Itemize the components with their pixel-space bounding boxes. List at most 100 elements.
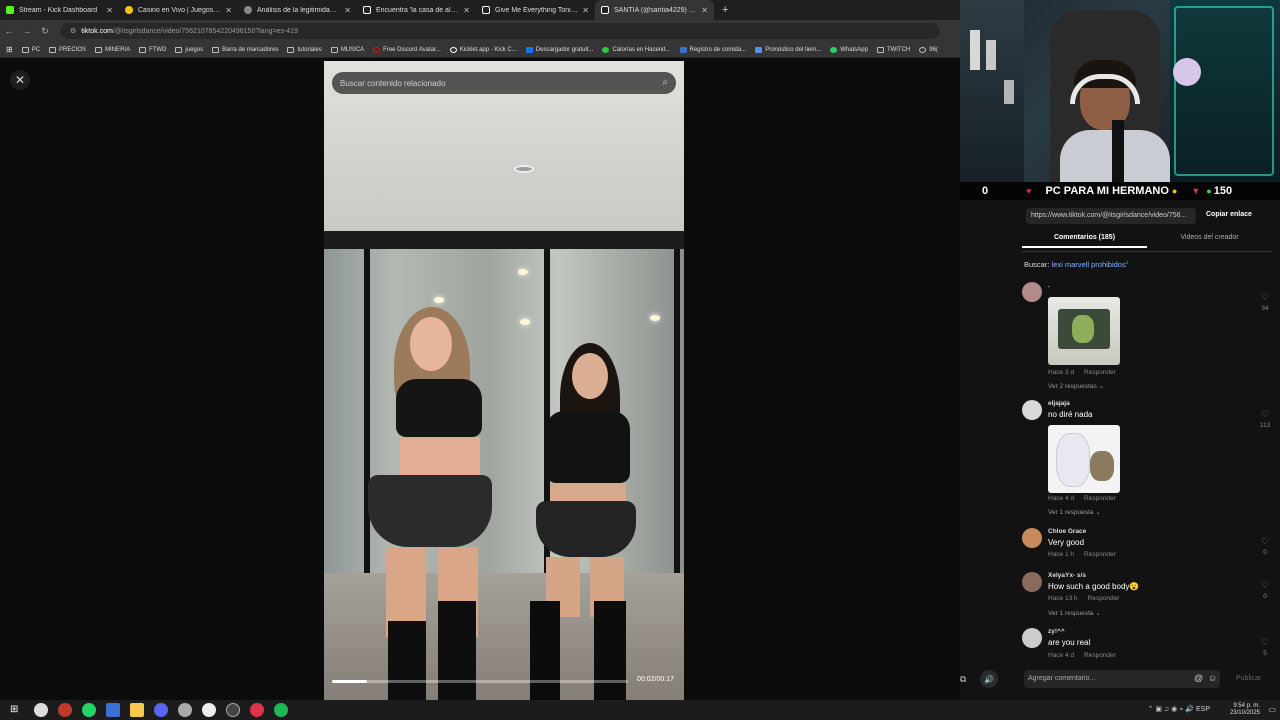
- url-path: /@itsgirlsdance/video/756210785422049615…: [112, 27, 298, 35]
- volume-icon[interactable]: 🔊: [980, 670, 998, 688]
- bookmark-item[interactable]: MUSICA: [330, 46, 364, 53]
- bookmark-item[interactable]: Registro de comida...: [679, 46, 746, 53]
- clock[interactable]: 9:54 p. m. 23/10/2025: [1230, 703, 1260, 717]
- whatsapp-icon[interactable]: [82, 703, 96, 717]
- picture-in-picture-icon[interactable]: ⧉: [960, 674, 966, 685]
- copy-link-button[interactable]: Copiar enlace: [1206, 211, 1252, 218]
- reply-button[interactable]: Responder: [1084, 369, 1116, 376]
- file-explorer-icon[interactable]: [130, 703, 144, 717]
- comment-username[interactable]: .: [1048, 282, 1050, 289]
- new-tab-button[interactable]: +: [722, 4, 728, 16]
- app-gray-icon[interactable]: [178, 703, 192, 717]
- forward-arrow-icon[interactable]: →: [18, 26, 36, 36]
- publish-button[interactable]: Publicar: [1236, 675, 1261, 682]
- reload-icon[interactable]: ↻: [36, 26, 54, 37]
- bookmark-item[interactable]: MINERIA: [95, 46, 130, 53]
- comment-username[interactable]: zy!^^: [1048, 628, 1065, 635]
- bookmark-item[interactable]: juegos: [175, 46, 203, 53]
- notifications-icon[interactable]: ▭: [1268, 705, 1276, 714]
- reply-button[interactable]: Responder: [1084, 551, 1116, 558]
- bookmark-item[interactable]: PC: [21, 46, 40, 53]
- calories-icon: [602, 46, 610, 53]
- browser-tab-active[interactable]: SANTIA (@santia4229) | Ti ✕: [595, 0, 714, 20]
- comment-username[interactable]: eljajaja: [1048, 400, 1070, 407]
- add-comment-input[interactable]: Agregar comentario... @ ☺: [1024, 670, 1220, 688]
- site-info-icon[interactable]: ⚙: [70, 27, 76, 35]
- bookmark-item[interactable]: Calorías en Hacend...: [602, 46, 671, 53]
- like-heart-icon[interactable]: ♡: [1258, 580, 1272, 591]
- kick-favicon-icon: [6, 6, 14, 14]
- like-heart-icon[interactable]: ♡: [1258, 292, 1272, 303]
- bookmark-item[interactable]: TWITCH: [876, 46, 910, 53]
- microphone-icon: [1112, 120, 1124, 182]
- browser-tab[interactable]: Encuentra 'la casa de alofoke' e ✕: [357, 0, 476, 20]
- mention-icon[interactable]: @: [1194, 673, 1203, 683]
- like-heart-icon[interactable]: ♡: [1258, 536, 1272, 547]
- app-red-icon[interactable]: [58, 703, 72, 717]
- like-heart-icon[interactable]: ♡: [1258, 409, 1272, 420]
- app-outline-icon[interactable]: [226, 703, 240, 717]
- bookmark-item[interactable]: Free Discord Avatar...: [373, 46, 441, 53]
- comment-item: XelyaYx- s/s How such a good body😮 Hace …: [1022, 572, 1272, 622]
- like-heart-icon[interactable]: ♡: [1258, 637, 1272, 648]
- bookmark-item[interactable]: 96(: [919, 46, 938, 53]
- dancer-left-face: [410, 317, 452, 371]
- discord-icon[interactable]: [154, 703, 168, 717]
- bookmark-item[interactable]: Descargador gratuit...: [525, 46, 593, 53]
- video-progress-bar[interactable]: [332, 680, 628, 683]
- avatar[interactable]: [1022, 282, 1042, 302]
- app-circle-icon[interactable]: [34, 703, 48, 717]
- tab-comments[interactable]: Comentarios (185): [1022, 234, 1147, 248]
- view-replies-button[interactable]: Ver 2 respuestas ⌄: [1048, 382, 1104, 390]
- reply-button[interactable]: Responder: [1084, 495, 1116, 502]
- reply-button[interactable]: Responder: [1088, 595, 1120, 602]
- avatar[interactable]: [1022, 528, 1042, 548]
- view-replies-button[interactable]: Ver 1 respuesta ⌄: [1048, 609, 1101, 617]
- avatar[interactable]: [1022, 572, 1042, 592]
- close-viewer-button[interactable]: ✕: [10, 70, 30, 90]
- emoji-icon[interactable]: ☺: [1208, 673, 1217, 683]
- search-keyword-link[interactable]: lexi marvell prohibidos: [1052, 260, 1126, 269]
- close-tab-icon[interactable]: ✕: [344, 6, 351, 15]
- language-indicator[interactable]: ESP: [1196, 706, 1210, 713]
- search-suggestion[interactable]: Buscar: lexi marvell prohibidos⌕: [1024, 260, 1129, 269]
- bookmark-item[interactable]: Pronóstico del tiem...: [755, 46, 821, 53]
- comment-input-bar: ⧉ 🔊 Agregar comentario... @ ☺ Publicar: [960, 670, 1280, 690]
- video-link-field[interactable]: https://www.tiktok.com/@itsgirlsdance/vi…: [1026, 208, 1196, 224]
- view-replies-button[interactable]: Ver 1 respuesta ⌄: [1048, 508, 1101, 516]
- search-icon[interactable]: ⌕: [662, 77, 668, 88]
- browser-tab[interactable]: Casino en Vivo | Juegos de Casino ✕: [119, 0, 238, 20]
- opera-icon[interactable]: [250, 703, 264, 717]
- bookmark-item[interactable]: PRECIOS: [49, 46, 86, 53]
- tab-creator-videos[interactable]: Videos del creador: [1147, 234, 1272, 241]
- apps-grid-icon[interactable]: ⊞: [6, 45, 13, 54]
- comment-item: . Hace 3 d Responder Ver 2 respuestas ⌄ ♡…: [1022, 282, 1272, 392]
- video-player[interactable]: Buscar contenido relacionado ⌕ 00:02/00:…: [324, 61, 684, 700]
- comment-username[interactable]: Chloe Grace: [1048, 528, 1086, 535]
- browser-tab[interactable]: Análisis de la legitimidad de M ✕: [238, 0, 357, 20]
- comment-username[interactable]: XelyaYx- s/s: [1048, 572, 1086, 579]
- windows-start-icon[interactable]: ⊞: [10, 703, 24, 717]
- settings-gear-icon[interactable]: [202, 703, 216, 717]
- bookmark-item[interactable]: WhatsApp: [830, 46, 868, 53]
- reply-button[interactable]: Responder: [1084, 652, 1116, 659]
- close-tab-icon[interactable]: ✕: [582, 6, 589, 15]
- browser-tab[interactable]: Give Me Everything Tonight - D✕: [476, 0, 595, 20]
- browser-tab[interactable]: Stream - Kick Dashboard ✕: [0, 0, 119, 20]
- system-tray-icons[interactable]: ⌃ ▣ ♫ ◉ ⌁ 🔊 ESP: [1148, 705, 1210, 713]
- close-tab-icon[interactable]: ✕: [463, 6, 470, 15]
- bookmark-item[interactable]: FTWD: [139, 46, 166, 53]
- close-tab-icon[interactable]: ✕: [106, 6, 113, 15]
- bookmark-item[interactable]: Barra de marcadores: [212, 46, 278, 53]
- back-arrow-icon[interactable]: ←: [0, 26, 18, 36]
- close-tab-icon[interactable]: ✕: [225, 6, 232, 15]
- avatar[interactable]: [1022, 400, 1042, 420]
- related-content-search-input[interactable]: Buscar contenido relacionado ⌕: [332, 72, 676, 94]
- close-tab-icon[interactable]: ✕: [701, 6, 708, 15]
- spotify-icon[interactable]: [274, 703, 288, 717]
- bookmark-item[interactable]: Kicklet.app - Kick C...: [449, 46, 517, 53]
- bookmark-item[interactable]: tutoriales: [287, 46, 322, 53]
- avatar[interactable]: [1022, 628, 1042, 648]
- url-field[interactable]: ⚙ tiktok.com/@itsgirlsdance/video/756210…: [60, 23, 940, 39]
- browser-icon[interactable]: [106, 703, 120, 717]
